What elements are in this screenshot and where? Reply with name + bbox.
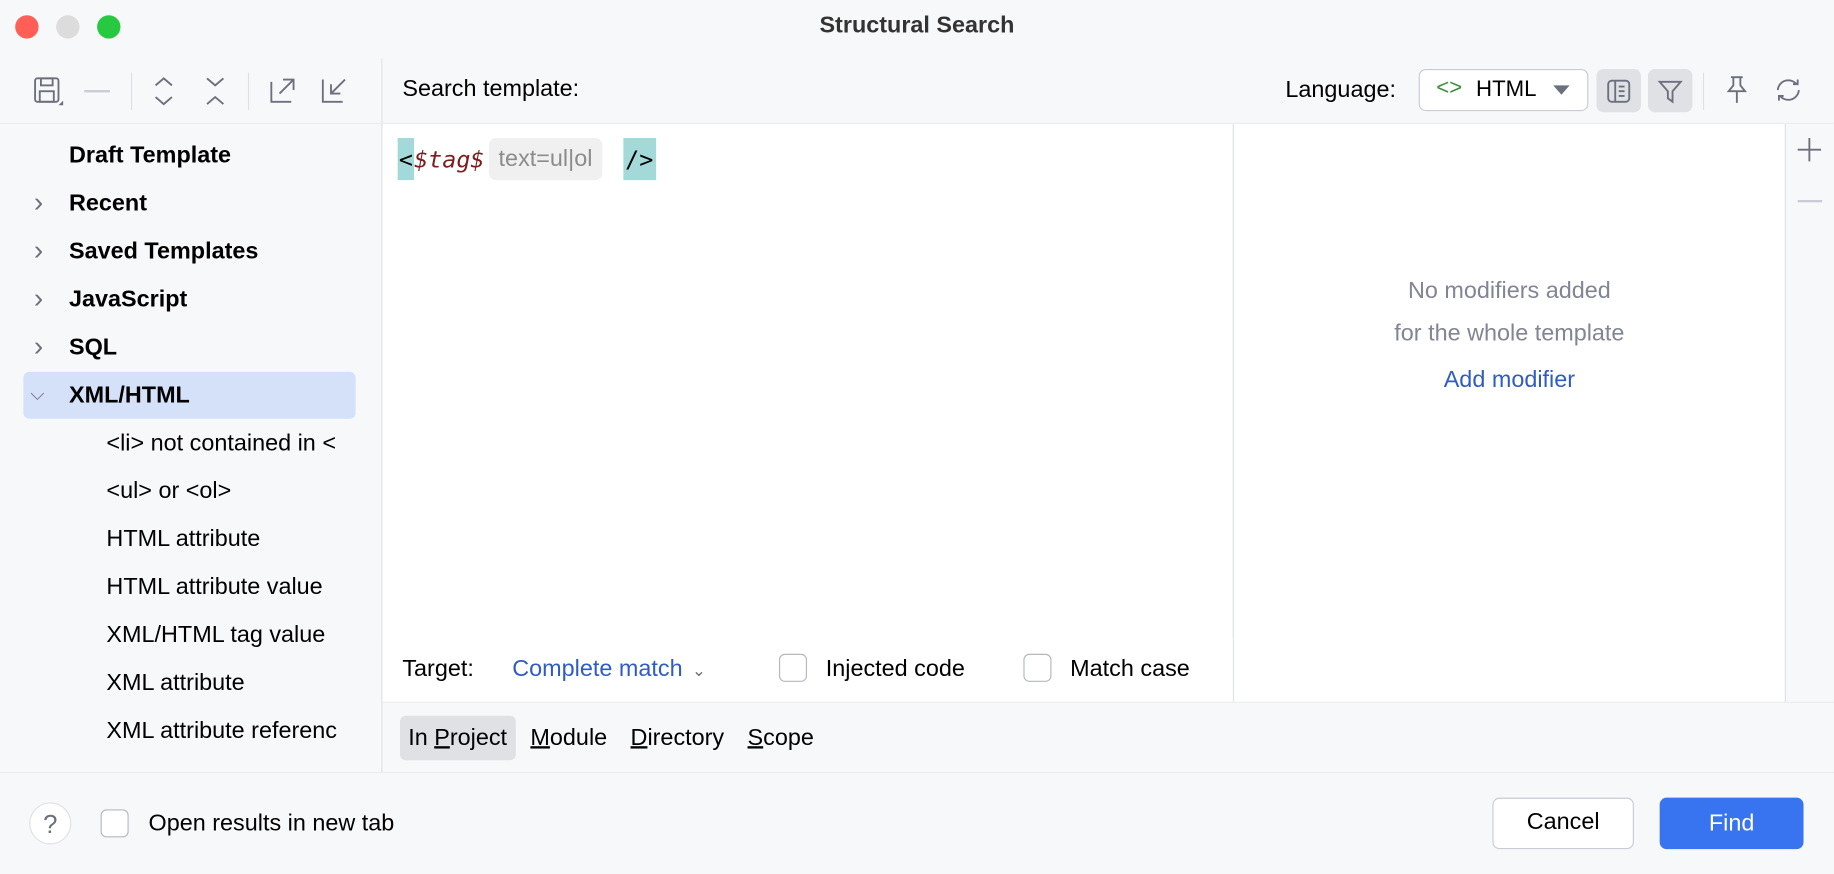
language-select[interactable]: <> HTML (1418, 69, 1589, 112)
pin-icon[interactable] (1724, 75, 1750, 105)
scope-tab-label: roject (449, 725, 508, 751)
tree-item-label: Recent (69, 190, 148, 217)
html-icon: <> (1436, 76, 1463, 101)
no-modifiers-text-2: for the whole template (1394, 320, 1625, 347)
tree-item-label: Saved Templates (69, 238, 259, 265)
structural-search-dialog: Structural Search Draft Template › Recent ›… (0, 0, 1834, 874)
language-label: Language: (1285, 77, 1396, 103)
tree-item-label: Draft Template (69, 142, 232, 169)
scope-tab[interactable]: Directory (622, 716, 732, 760)
scope-tabs: In Project Module Directory Scope (400, 715, 822, 761)
scope-tab-label: S (747, 725, 764, 751)
tree-item-label: <ul> or <ol> (106, 478, 232, 505)
scope-tab-label: In (408, 725, 435, 751)
tree-item-label: HTML attribute value (106, 574, 323, 601)
tree-item-label: HTML attribute (106, 526, 261, 553)
window-title: Structural Search (819, 12, 1015, 39)
toggle-modifiers-panel-button[interactable] (1596, 69, 1641, 113)
add-modifier-link[interactable]: Add modifier (1234, 367, 1785, 394)
scope-tab[interactable]: Scope (739, 716, 822, 760)
tag-close-bracket: /> (622, 138, 656, 181)
tree-item[interactable]: Draft Template (23, 132, 355, 179)
injected-code-checkbox[interactable] (778, 653, 808, 682)
help-button[interactable]: ? (29, 802, 72, 845)
scope-tab-label: cope (763, 725, 814, 751)
template-tree: Draft Template › Recent › Saved Templates › Ja… (0, 124, 381, 772)
refresh-icon[interactable] (1772, 75, 1805, 105)
scope-tab-label: P (434, 725, 450, 751)
remove-modifier-icon[interactable] (1797, 200, 1823, 203)
scope-tab[interactable]: Module (522, 716, 615, 760)
expand-all-icon[interactable] (152, 75, 175, 108)
tree-item-label: XML attribute (106, 670, 245, 696)
tree-item-label: <li> not contained in < (106, 430, 336, 457)
tree-item-label: XML/HTML tag value (106, 622, 326, 648)
import-icon[interactable] (319, 75, 349, 105)
tree-item[interactable]: › Recent (23, 180, 355, 227)
tree-item[interactable]: HTML attribute (23, 516, 355, 563)
tree-item[interactable]: › Saved Templates (23, 228, 355, 275)
target-dropdown[interactable]: Complete match ⌄ (512, 656, 705, 683)
tree-item[interactable]: XML/HTML tag value (23, 612, 355, 659)
tree-item[interactable]: <li> not contained in < (23, 420, 355, 467)
template-variable: $tag$ (414, 145, 485, 174)
tree-item-label: JavaScript (69, 286, 188, 313)
open-new-tab-checkbox[interactable] (100, 809, 129, 838)
scope-tab-label: odule (549, 725, 608, 751)
collapse-all-icon[interactable] (204, 75, 227, 108)
chevron-down-icon: ⌄ (691, 660, 706, 680)
tree-item[interactable]: ⌵ XML/HTML (23, 371, 356, 419)
open-new-tab-label: Open results in new tab (148, 810, 395, 837)
panel-icon (1607, 79, 1631, 103)
no-modifiers-text: No modifiers added (1407, 278, 1611, 305)
language-value: HTML (1476, 77, 1537, 102)
scope-tab-label: M (530, 725, 550, 751)
tree-item-label: XML attribute referenc (106, 718, 338, 744)
match-case-checkbox[interactable] (1023, 653, 1052, 682)
chevron-right-icon[interactable]: › (34, 180, 43, 227)
inlay-hint-filter[interactable]: text=ul|ol (489, 138, 602, 181)
search-template-label: Search template: (402, 76, 580, 102)
export-icon[interactable] (268, 75, 298, 105)
tree-item-label: SQL (69, 334, 118, 361)
tag-open-bracket: < (397, 138, 415, 181)
cancel-button[interactable]: Cancel (1492, 797, 1634, 850)
tree-item[interactable]: XML attribute (23, 660, 355, 707)
chevron-right-icon[interactable]: › (34, 324, 43, 371)
tree-item[interactable]: <ul> or <ol> (23, 468, 355, 515)
chevron-right-icon[interactable]: › (34, 228, 43, 275)
dropdown-arrow-icon (1553, 85, 1570, 95)
scope-tab-label: irectory (647, 725, 725, 751)
remove-icon[interactable] (84, 90, 110, 93)
tree-item-label: XML/HTML (69, 382, 190, 409)
scope-tab-label: D (630, 725, 648, 751)
target-value: Complete match (512, 656, 683, 682)
injected-code-label: Injected code (825, 656, 965, 682)
tree-item[interactable]: HTML attribute value (23, 564, 355, 611)
match-case-label: Match case (1070, 656, 1190, 682)
tree-item[interactable]: › JavaScript (23, 276, 355, 323)
chevron-down-icon[interactable]: ⌵ (30, 372, 44, 419)
scope-tab[interactable]: In Project (400, 715, 516, 761)
chevron-right-icon[interactable]: › (34, 276, 43, 323)
modifiers-panel: No modifiers added for the whole templat… (1233, 123, 1785, 702)
find-button[interactable]: Find (1659, 797, 1804, 850)
filter-icon (1657, 80, 1683, 104)
tree-item[interactable]: XML attribute referenc (23, 708, 355, 755)
add-icon[interactable] (1797, 137, 1823, 163)
save-icon[interactable] (33, 75, 66, 108)
filter-button[interactable] (1647, 69, 1693, 113)
template-editor[interactable]: < $tag$ text=ul|ol /> (382, 123, 1233, 702)
target-label: Target: (402, 656, 474, 682)
tree-item[interactable]: › SQL (23, 324, 355, 371)
